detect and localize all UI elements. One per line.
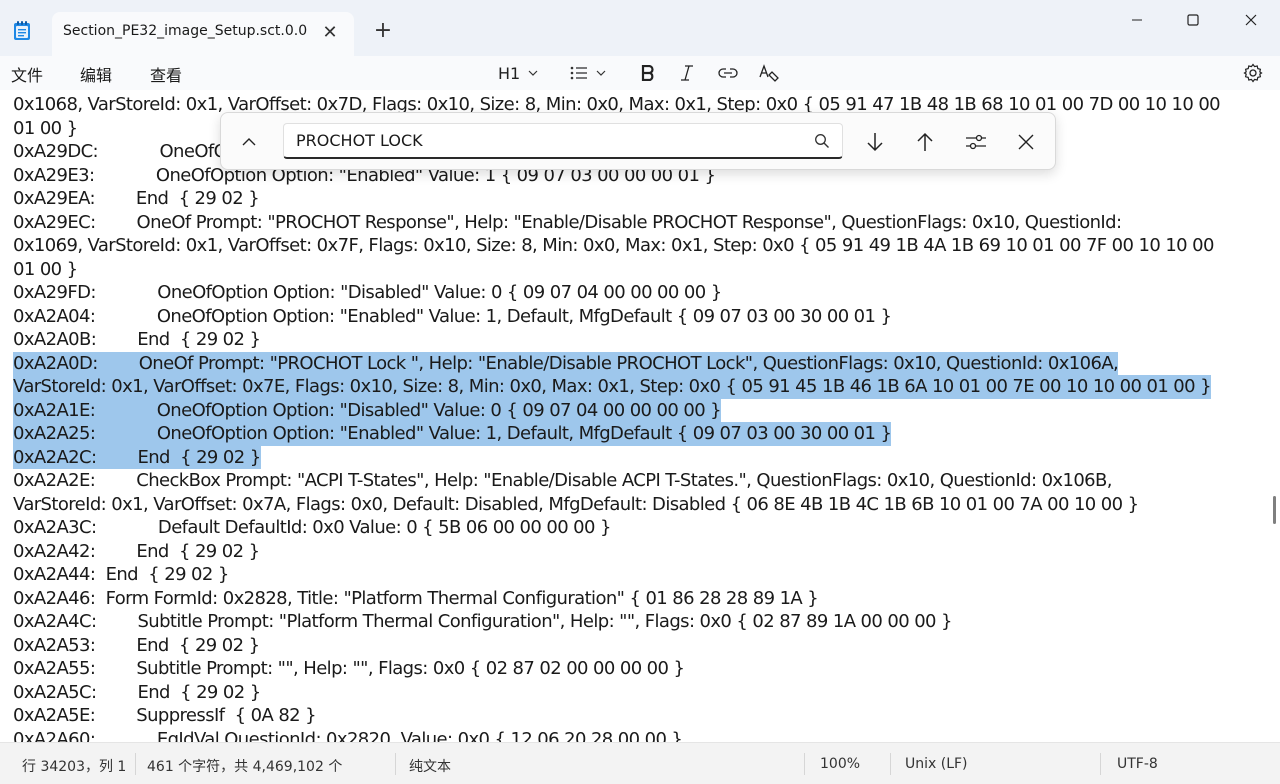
search-icon[interactable] — [814, 133, 830, 153]
text-line[interactable]: 0xA2A3C: Default DefaultId: 0x0 Value: 0… — [13, 516, 611, 540]
bold-icon — [641, 65, 654, 81]
text-line[interactable]: 0xA29EC: OneOf Prompt: "PROCHOT Response… — [13, 211, 1122, 235]
status-divider — [135, 753, 136, 775]
arrow-down-icon — [867, 133, 883, 152]
minimize-button[interactable] — [1108, 0, 1166, 40]
new-tab-button[interactable]: + — [370, 19, 396, 45]
text-line[interactable]: 01 00 } — [13, 258, 78, 282]
chevron-up-icon — [242, 138, 256, 146]
chevron-down-icon — [596, 70, 606, 76]
document-tab[interactable]: Section_PE32_image_Setup.sct.0.0.en-US.u… — [52, 12, 354, 56]
text-line[interactable]: 0xA2A60: EqIdVal QuestionId: 0x2820, Val… — [13, 728, 683, 743]
tab-title: Section_PE32_image_Setup.sct.0.0.en-US.u… — [63, 23, 307, 39]
close-icon — [1018, 134, 1034, 150]
text-line[interactable]: 0xA2A42: End { 29 02 } — [13, 540, 260, 564]
text-line[interactable]: 0xA2A5E: SuppressIf { 0A 82 } — [13, 704, 317, 728]
link-button[interactable] — [718, 62, 738, 84]
selected-text-line[interactable]: VarStoreId: 0x1, VarOffset: 0x7E, Flags:… — [13, 375, 1212, 399]
encoding[interactable]: UTF-8 — [1117, 756, 1158, 772]
text-line[interactable]: 0x1069, VarStoreId: 0x1, VarOffset: 0x7F… — [13, 234, 1214, 258]
clear-format-button[interactable] — [759, 62, 779, 84]
selected-text-line[interactable]: 0xA2A2C: End { 29 02 } — [13, 445, 261, 469]
maximize-button[interactable] — [1164, 0, 1222, 40]
heading-dropdown[interactable]: H1 — [498, 62, 538, 84]
find-previous-button[interactable] — [911, 128, 939, 156]
settings-button[interactable] — [1243, 62, 1263, 84]
bold-button[interactable] — [641, 62, 655, 84]
text-line[interactable]: 0xA2A55: Subtitle Prompt: "", Help: "", … — [13, 657, 685, 681]
menu-edit[interactable]: 编辑 — [80, 62, 112, 86]
document-format[interactable]: 纯文本 — [409, 756, 451, 776]
status-divider — [1100, 753, 1101, 775]
italic-icon — [681, 65, 693, 81]
vertical-scrollbar[interactable] — [1273, 496, 1276, 524]
clear-formatting-icon — [759, 64, 779, 82]
cursor-position[interactable]: 行 34203，列 1 — [22, 756, 126, 776]
heading-label: H1 — [498, 63, 521, 83]
text-line[interactable]: 0xA2A04: OneOfOption Option: "Enabled" V… — [13, 305, 892, 329]
status-divider — [395, 753, 396, 775]
find-next-button[interactable] — [861, 128, 889, 156]
menu-bar: 文件 编辑 查看 H1 — [0, 56, 1280, 90]
text-line[interactable]: 01 00 } — [13, 117, 78, 141]
status-bar: 行 34203，列 1 461 个字符，共 4,469,102 个 纯文本 10… — [0, 742, 1280, 784]
link-icon — [718, 68, 738, 78]
text-line[interactable]: 0xA2A53: End { 29 02 } — [13, 634, 260, 658]
selected-text-line[interactable]: 0xA2A25: OneOfOption Option: "Enabled" V… — [13, 422, 892, 446]
zoom-level[interactable]: 100% — [820, 756, 860, 772]
chevron-down-icon — [528, 70, 538, 76]
text-line[interactable]: 0xA2A2E: CheckBox Prompt: "ACPI T-States… — [13, 469, 1113, 493]
selected-text-line[interactable]: 0xA2A1E: OneOfOption Option: "Disabled" … — [13, 398, 722, 422]
italic-button[interactable] — [680, 62, 694, 84]
menu-file[interactable]: 文件 — [11, 62, 43, 86]
text-line[interactable]: 0xA2A4C: Subtitle Prompt: "Platform Ther… — [13, 610, 952, 634]
find-options-button[interactable] — [962, 128, 990, 156]
find-bar — [220, 112, 1056, 170]
collapse-replace-button[interactable] — [237, 130, 261, 154]
menu-view[interactable]: 查看 — [150, 62, 182, 86]
character-count: 461 个字符，共 4,469,102 个 — [147, 759, 343, 775]
selected-text-line[interactable]: 0xA2A0D: OneOf Prompt: "PROCHOT Lock ", … — [13, 351, 1119, 375]
gear-icon — [1243, 63, 1263, 83]
notepad-app-icon — [13, 21, 31, 41]
text-line[interactable]: 0xA2A46: Form FormId: 0x2828, Title: "Pl… — [13, 587, 819, 611]
status-divider — [804, 753, 805, 775]
filter-options-icon — [966, 134, 986, 150]
text-line[interactable]: 0xA2A0B: End { 29 02 } — [13, 328, 261, 352]
text-line[interactable]: 0xA2A5C: End { 29 02 } — [13, 681, 261, 705]
tab-close-icon[interactable]: ✕ — [318, 21, 342, 45]
status-divider — [890, 753, 891, 775]
find-field[interactable] — [283, 123, 843, 159]
text-line[interactable]: 0xA29EA: End { 29 02 } — [13, 187, 260, 211]
close-find-button[interactable] — [1012, 128, 1040, 156]
text-line[interactable]: 0xA29FD: OneOfOption Option: "Disabled" … — [13, 281, 722, 305]
arrow-up-icon — [917, 132, 933, 151]
find-input[interactable] — [296, 131, 796, 150]
list-dropdown[interactable] — [570, 62, 606, 84]
text-line[interactable]: VarStoreId: 0x1, VarOffset: 0x7A, Flags:… — [13, 493, 1139, 517]
close-window-button[interactable] — [1222, 0, 1280, 40]
text-editor[interactable]: 0x1068, VarStoreId: 0x1, VarOffset: 0x7D… — [0, 90, 1268, 742]
text-line[interactable]: 0xA2A44: End { 29 02 } — [13, 563, 229, 587]
line-ending[interactable]: Unix (LF) — [905, 756, 968, 772]
bullet-list-icon — [570, 66, 587, 80]
title-bar: Section_PE32_image_Setup.sct.0.0.en-US.u… — [0, 0, 1280, 56]
